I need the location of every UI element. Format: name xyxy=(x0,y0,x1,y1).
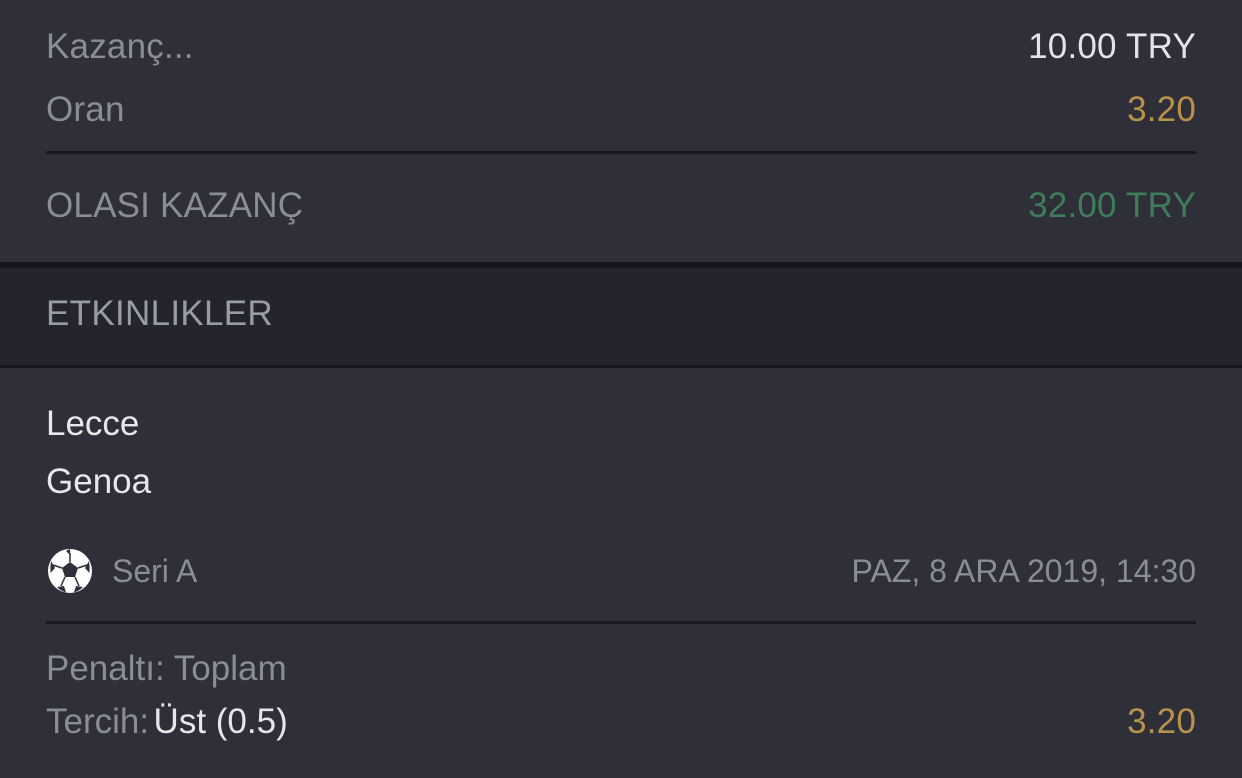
stake-value: 10.00 TRY xyxy=(1028,27,1196,66)
event-datetime: PAZ, 8 ARA 2019, 14:30 xyxy=(851,552,1196,589)
selection-value: Üst (0.5) xyxy=(153,702,288,741)
market-row: Penaltı: Toplam xyxy=(46,644,1196,694)
away-team: Genoa xyxy=(46,462,152,501)
event-divider xyxy=(46,621,1196,624)
event-meta: Seri A PAZ, 8 ARA 2019, 14:30 xyxy=(46,546,1196,596)
selection-row: Tercih: Üst (0.5) 3.20 xyxy=(46,697,1196,747)
potential-win-value: 32.00 TRY xyxy=(1028,186,1196,225)
home-team: Lecce xyxy=(46,404,140,443)
stake-row: Kazanç... 10.00 TRY xyxy=(46,22,1196,72)
selection-label: Tercih: xyxy=(46,702,150,741)
events-section-title: ETKINLIKLER xyxy=(46,294,273,333)
potential-win-label: OLASI KAZANÇ xyxy=(46,186,304,225)
events-section-header: ETKINLIKLER xyxy=(0,262,1242,368)
league-name: Seri A xyxy=(112,552,198,589)
soccer-ball-icon xyxy=(48,549,92,593)
odds-row: Oran 3.20 xyxy=(46,85,1196,135)
selection-odds: 3.20 xyxy=(1127,702,1196,741)
summary-divider xyxy=(46,151,1196,154)
bet-summary: Kazanç... 10.00 TRY Oran 3.20 OLASI KAZA… xyxy=(0,0,1242,262)
market-name: Penaltı: Toplam xyxy=(46,649,287,688)
odds-label: Oran xyxy=(46,90,125,129)
bet-slip-screen: Kazanç... 10.00 TRY Oran 3.20 OLASI KAZA… xyxy=(0,0,1242,778)
odds-value: 3.20 xyxy=(1127,90,1196,129)
league-info: Seri A xyxy=(46,547,197,595)
potential-win-row: OLASI KAZANÇ 32.00 TRY xyxy=(46,181,1196,231)
stake-label: Kazanç... xyxy=(46,27,194,66)
selection-info: Tercih: Üst (0.5) xyxy=(46,702,288,742)
event-card[interactable]: Lecce Genoa Seri A PAZ, 8 ARA 2019, 14:3… xyxy=(0,368,1242,778)
